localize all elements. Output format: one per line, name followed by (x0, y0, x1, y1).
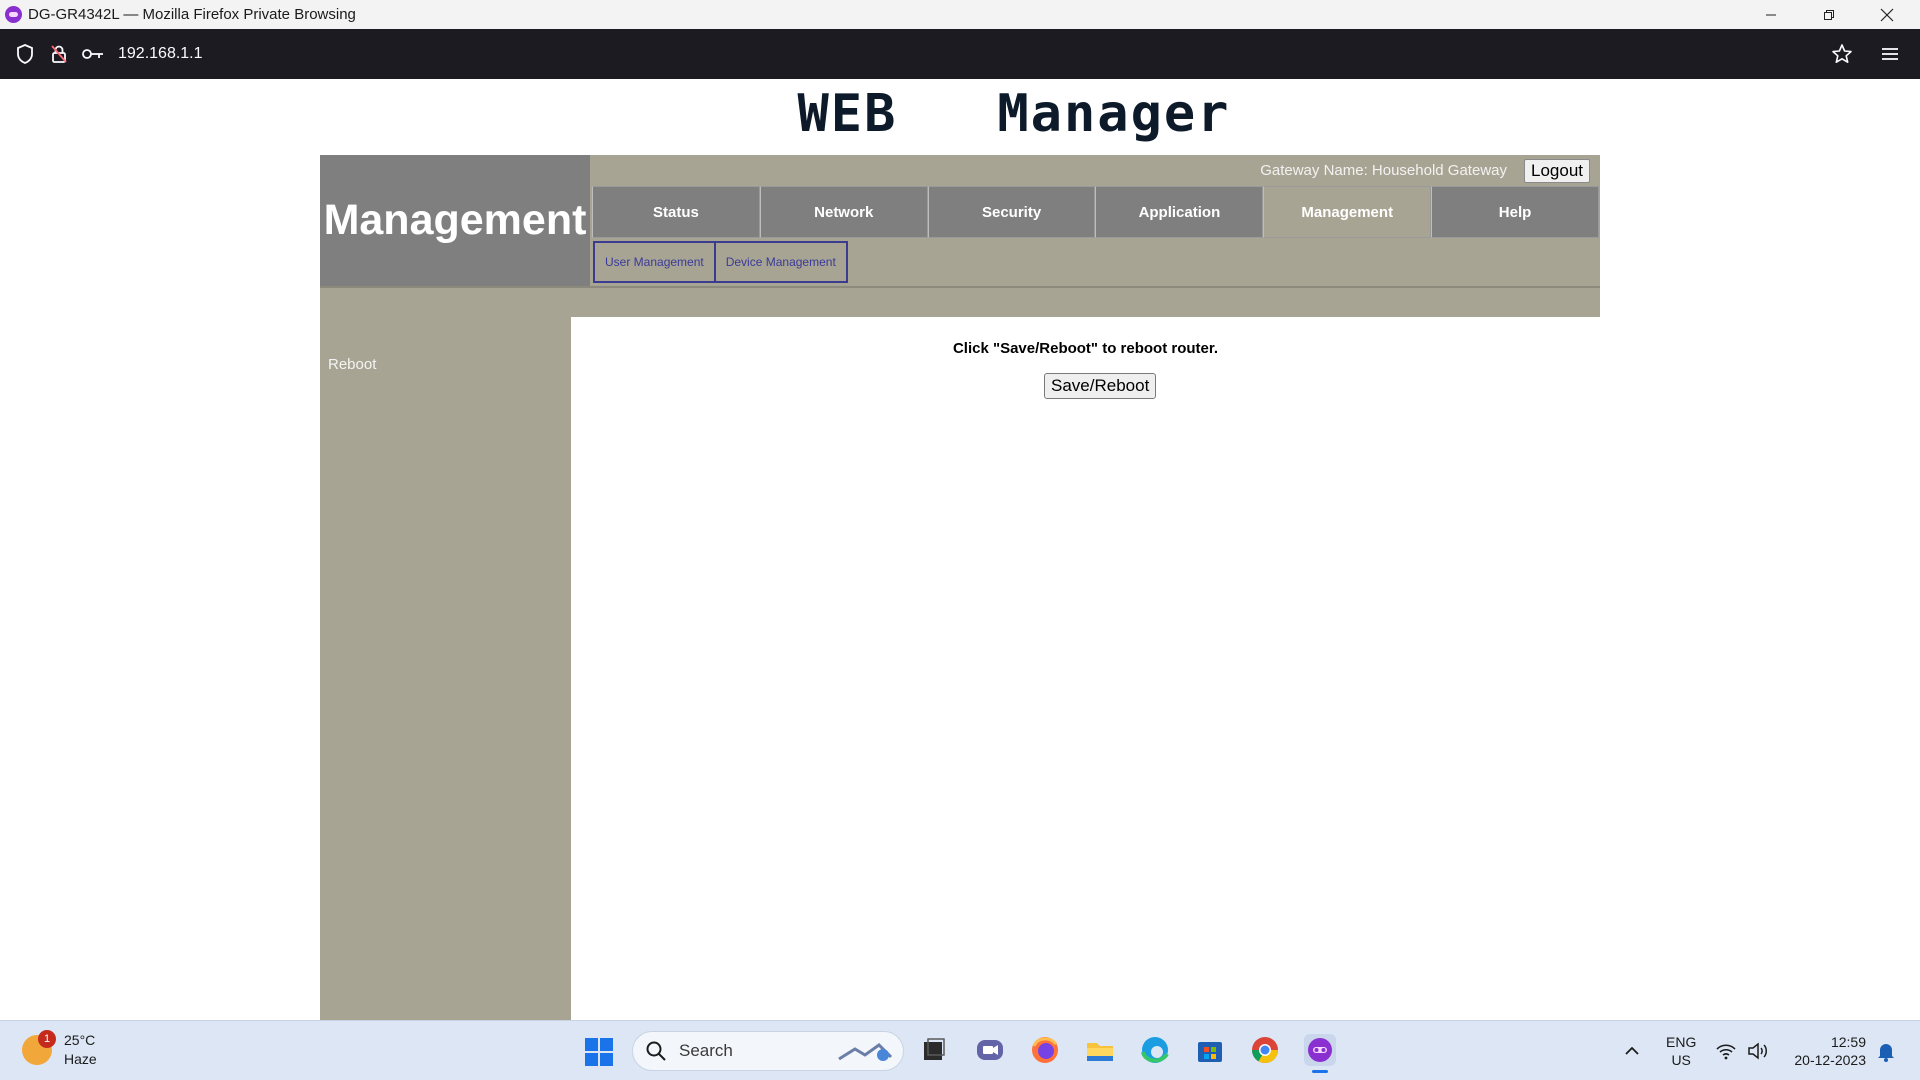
weather-description: Haze (64, 1051, 97, 1067)
web-manager-banner: WEB Manager (797, 84, 1231, 144)
minimize-button[interactable] (1742, 0, 1800, 29)
language-code: ENG (1666, 1034, 1697, 1050)
show-hidden-icons-chevron-icon[interactable] (1620, 1039, 1644, 1063)
edge-icon[interactable] (1139, 1034, 1171, 1066)
header-divider-band (320, 286, 1600, 317)
sidebar-item-reboot[interactable]: Reboot (328, 356, 376, 373)
router-header: Management Gateway Name: Household Gatew… (320, 155, 1600, 286)
clock-time: 12:59 (1830, 1034, 1866, 1050)
close-button[interactable] (1858, 0, 1916, 29)
window-title: DG-GR4342L — Mozilla Firefox Private Bro… (28, 6, 356, 23)
firefox-private-icon (5, 6, 22, 23)
firefox-icon[interactable] (1029, 1034, 1061, 1066)
firefox-private-taskbar-icon[interactable] (1304, 1034, 1336, 1073)
main-panel: Click "Save/Reboot" to reboot router. Sa… (571, 317, 1600, 1020)
tab-application[interactable]: Application (1095, 186, 1264, 238)
notification-bell-icon[interactable] (1874, 1039, 1898, 1063)
tab-security[interactable]: Security (927, 186, 1096, 238)
taskbar: 1 25°C Haze Search ENG US 12:59 20-12-20… (0, 1020, 1920, 1080)
hamburger-menu-icon[interactable] (1879, 43, 1901, 65)
wifi-icon[interactable] (1714, 1039, 1738, 1063)
logout-button[interactable]: Logout (1524, 158, 1590, 183)
browser-toolbar: 192.168.1.1 (0, 29, 1920, 79)
microsoft-store-icon[interactable] (1194, 1034, 1226, 1066)
reboot-instruction: Click "Save/Reboot" to reboot router. (952, 340, 1219, 357)
sidebar: Reboot (320, 317, 571, 1020)
gateway-name-label: Gateway Name: Household Gateway (1260, 162, 1507, 179)
search-icon (646, 1041, 666, 1061)
restore-button[interactable] (1800, 0, 1858, 29)
task-view-icon[interactable] (918, 1034, 950, 1066)
minimize-icon (1766, 14, 1776, 15)
key-icon[interactable] (82, 43, 104, 65)
region-code: US (1671, 1052, 1691, 1068)
close-icon (1880, 8, 1894, 21)
subtab-device-management[interactable]: Device Management (713, 241, 848, 283)
weather-widget[interactable]: 1 25°C Haze (22, 1030, 97, 1069)
window-title-bar: DG-GR4342L — Mozilla Firefox Private Bro… (0, 0, 1920, 29)
weather-temperature: 25°C (64, 1032, 96, 1048)
insecure-lock-icon[interactable] (48, 43, 70, 65)
teams-chat-icon[interactable] (974, 1034, 1006, 1066)
clock[interactable]: 12:59 20-12-2023 (1786, 1033, 1866, 1069)
tab-network[interactable]: Network (759, 186, 928, 238)
subtab-user-management[interactable]: User Management (593, 241, 714, 283)
tab-management[interactable]: Management (1263, 186, 1432, 238)
windows-logo-icon (585, 1038, 598, 1051)
url-bar[interactable]: 192.168.1.1 (118, 45, 203, 63)
weather-haze-icon: 1 (22, 1030, 56, 1065)
start-button[interactable] (585, 1038, 613, 1066)
tab-status[interactable]: Status (592, 186, 760, 238)
restore-icon (1824, 9, 1834, 20)
chrome-icon[interactable] (1249, 1034, 1281, 1066)
language-indicator[interactable]: ENG US (1666, 1033, 1696, 1069)
bookmark-star-icon[interactable] (1831, 43, 1853, 65)
file-explorer-icon[interactable] (1084, 1034, 1116, 1066)
search-highlight-icon (838, 1043, 893, 1061)
section-title-panel: Management (320, 155, 590, 286)
search-label: Search (679, 1041, 733, 1060)
tab-help[interactable]: Help (1431, 186, 1599, 238)
clock-date: 20-12-2023 (1794, 1052, 1866, 1068)
weather-badge: 1 (38, 1030, 56, 1048)
volume-icon[interactable] (1746, 1039, 1770, 1063)
taskbar-search[interactable]: Search (632, 1031, 904, 1071)
router-frame: Management Gateway Name: Household Gatew… (320, 155, 1600, 1020)
web-page: WEB Manager Management Gateway Name: Hou… (0, 79, 1920, 1020)
main-tabs: Status Network Security Application Mana… (592, 186, 1599, 238)
gateway-row: Gateway Name: Household Gateway Logout (592, 155, 1600, 186)
shield-icon[interactable] (14, 43, 36, 65)
save-reboot-button[interactable]: Save/Reboot (1044, 373, 1157, 399)
active-app-indicator (1312, 1070, 1328, 1073)
section-title: Management (323, 196, 587, 244)
content-area: Reboot Click "Save/Reboot" to reboot rou… (320, 317, 1600, 1020)
sub-tabs: User Management Device Management (593, 241, 848, 283)
